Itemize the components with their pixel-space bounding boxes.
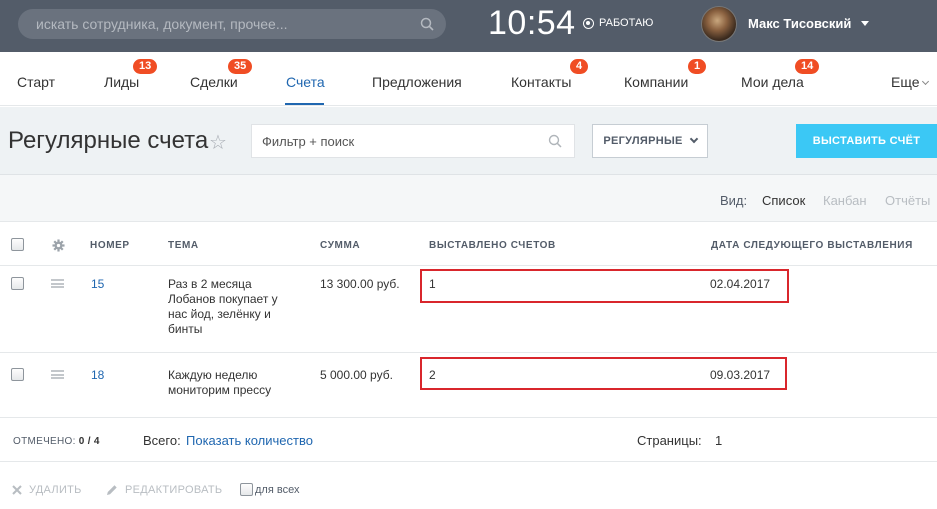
delete-button[interactable]: УДАЛИТЬ: [12, 484, 82, 496]
gear-icon[interactable]: [52, 239, 65, 252]
row-topic: Каждую неделю мониторим прессу: [168, 368, 272, 397]
pages-label: Страницы:: [637, 433, 702, 448]
more-menu-label: Еще: [891, 74, 920, 90]
row-sum: 5 000.00 руб.: [320, 368, 393, 382]
view-switcher: Вид: Список Канбан Отчёты: [0, 175, 937, 222]
edit-button-label: РЕДАКТИРОВАТЬ: [125, 484, 223, 496]
table-header: НОМЕР ТЕМА СУММА ВЫСТАВЛЕНО СЧЕТОВ ДАТА …: [0, 222, 937, 266]
main-nav: Старт Лиды 13 Сделки 35 Счета Предложени…: [0, 52, 937, 106]
tab-deals[interactable]: Сделки: [190, 74, 238, 90]
tab-quotes[interactable]: Предложения: [372, 74, 462, 90]
top-bar: 10:54 РАБОТАЮ Макс Тисовский: [0, 0, 937, 52]
companies-count-badge: 1: [688, 59, 707, 74]
column-number[interactable]: НОМЕР: [90, 240, 130, 251]
for-all-checkbox[interactable]: [240, 483, 253, 496]
global-search[interactable]: [18, 9, 446, 39]
drag-handle-icon[interactable]: [51, 279, 64, 288]
chevron-down-icon: [921, 77, 929, 86]
leads-count-badge: 13: [133, 59, 158, 74]
preset-dropdown-label: РЕГУЛЯРНЫЕ: [603, 135, 683, 147]
chevron-down-icon[interactable]: [861, 21, 869, 26]
edit-button[interactable]: РЕДАКТИРОВАТЬ: [106, 484, 222, 496]
user-name[interactable]: Макс Тисовский: [748, 16, 851, 31]
row-sum: 13 300.00 руб.: [320, 277, 400, 291]
pencil-icon: [107, 485, 117, 495]
select-all-checkbox[interactable]: [11, 238, 24, 251]
star-icon[interactable]: ☆: [209, 130, 227, 155]
total-label: Всего:: [143, 433, 181, 448]
delete-button-label: УДАЛИТЬ: [29, 484, 82, 496]
search-icon[interactable]: [548, 134, 562, 148]
tab-contacts[interactable]: Контакты: [511, 74, 571, 90]
filter-search-input[interactable]: [262, 125, 542, 157]
page-number[interactable]: 1: [715, 433, 722, 448]
work-status-label: РАБОТАЮ: [599, 17, 654, 29]
row-checkbox[interactable]: [11, 368, 24, 381]
row-checkbox[interactable]: [11, 277, 24, 290]
view-reports[interactable]: Отчёты: [885, 193, 930, 208]
checked-value: 0 / 4: [78, 436, 100, 447]
checked-label: ОТМЕЧЕНО:: [13, 436, 76, 447]
for-all-label: для всех: [255, 483, 300, 496]
active-tab-indicator: [285, 103, 324, 105]
more-menu[interactable]: Еще: [891, 74, 929, 90]
close-icon: [12, 485, 22, 495]
action-panel: УДАЛИТЬ РЕДАКТИРОВАТЬ для всех: [0, 463, 937, 509]
avatar[interactable]: [701, 6, 737, 42]
search-icon[interactable]: [420, 17, 434, 31]
highlight-frame: [420, 269, 789, 303]
grid-panel: Вид: Список Канбан Отчёты НОМЕР ТЕМА СУМ…: [0, 174, 937, 509]
tab-leads[interactable]: Лиды: [104, 74, 139, 90]
row-number-link[interactable]: 18: [91, 368, 104, 383]
tab-my-activities[interactable]: Мои дела: [741, 74, 804, 90]
search-input[interactable]: [36, 9, 416, 39]
column-next-date[interactable]: ДАТА СЛЕДУЮЩЕГО ВЫСТАВЛЕНИЯ: [711, 240, 913, 251]
table-footer: ОТМЕЧЕНО: 0 / 4 Всего: Показать количест…: [0, 418, 937, 462]
deals-count-badge: 35: [228, 59, 253, 74]
tab-companies[interactable]: Компании: [624, 74, 688, 90]
activities-count-badge: 14: [795, 59, 820, 74]
contacts-count-badge: 4: [570, 59, 589, 74]
row-number-link[interactable]: 15: [91, 277, 104, 292]
drag-handle-icon[interactable]: [51, 370, 64, 379]
row-topic: Раз в 2 месяца Лобанов покупает у нас йо…: [168, 277, 278, 336]
view-label: Вид:: [720, 193, 748, 208]
preset-dropdown[interactable]: РЕГУЛЯРНЫЕ: [592, 124, 708, 158]
column-issued-count[interactable]: ВЫСТАВЛЕНО СЧЕТОВ: [429, 240, 556, 251]
column-sum[interactable]: СУММА: [320, 240, 360, 251]
clock[interactable]: 10:54: [488, 4, 576, 43]
column-topic[interactable]: ТЕМА: [168, 240, 199, 251]
chevron-down-icon: [689, 134, 698, 144]
show-count-link[interactable]: Показать количество: [186, 433, 313, 448]
view-kanban[interactable]: Канбан: [823, 193, 867, 208]
tab-invoices[interactable]: Счета: [286, 74, 325, 90]
record-icon: [583, 17, 594, 29]
checked-count: ОТМЕЧЕНО: 0 / 4: [13, 436, 100, 447]
view-list[interactable]: Список: [762, 193, 805, 208]
page-title: Регулярные счета: [8, 127, 209, 154]
work-status[interactable]: РАБОТАЮ: [583, 17, 653, 29]
create-invoice-button[interactable]: ВЫСТАВИТЬ СЧЁТ: [796, 124, 937, 158]
for-all-option[interactable]: для всех: [240, 483, 299, 496]
highlight-frame: [420, 357, 787, 390]
tab-start[interactable]: Старт: [17, 74, 55, 90]
filter-search[interactable]: [251, 124, 575, 158]
